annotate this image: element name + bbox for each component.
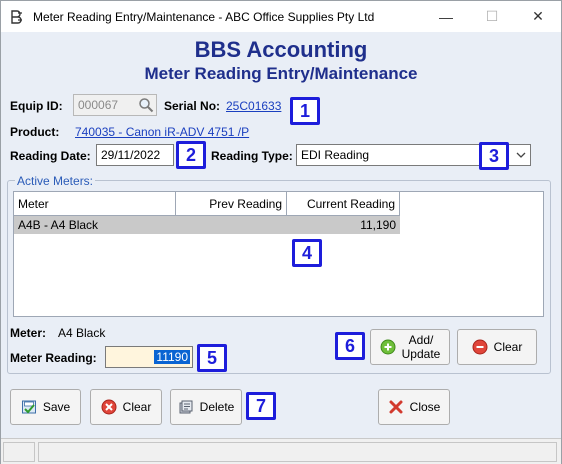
- form-heading: Meter Reading Entry/Maintenance: [144, 64, 418, 83]
- meter-clear-label: Clear: [493, 340, 523, 354]
- status-bar: [1, 438, 561, 464]
- add-update-button[interactable]: Add/ Update: [370, 329, 450, 365]
- add-icon: [380, 339, 396, 355]
- cell-meter: A4B - A4 Black: [18, 218, 99, 232]
- close-icon: [389, 400, 403, 414]
- callout-badge-7: 7: [246, 392, 276, 420]
- table-row[interactable]: A4B - A4 Black 11,190: [14, 216, 400, 234]
- callout-badge-4: 4: [292, 239, 322, 267]
- reading-date-value: 29/11/2022: [101, 148, 161, 162]
- search-icon[interactable]: [138, 97, 154, 113]
- active-meters-label: Active Meters:: [15, 174, 96, 188]
- maximize-button[interactable]: ☐: [469, 1, 515, 32]
- close-window-button[interactable]: ✕: [515, 1, 561, 32]
- column-header-current-reading[interactable]: Current Reading: [287, 192, 400, 216]
- meters-grid[interactable]: Meter Prev Reading Current Reading A4B -…: [13, 191, 544, 317]
- add-update-line1: Add/: [408, 333, 434, 347]
- save-label: Save: [42, 400, 71, 414]
- callout-badge-3: 3: [479, 142, 509, 170]
- delete-button[interactable]: Delete: [170, 389, 242, 425]
- window-title: Meter Reading Entry/Maintenance - ABC Of…: [33, 10, 375, 24]
- reading-date-label: Reading Date:: [10, 149, 91, 163]
- product-link[interactable]: 740035 - Canon iR-ADV 4751 /P: [75, 125, 249, 139]
- chevron-down-icon: [516, 152, 526, 158]
- callout-badge-5: 5: [197, 344, 227, 372]
- meter-reading-value: 11190: [154, 350, 190, 364]
- product-label: Product:: [10, 125, 60, 139]
- delete-icon: [179, 400, 193, 414]
- clear-label: Clear: [122, 400, 152, 414]
- app-heading: BBS Accounting: [194, 37, 368, 62]
- callout-badge-1: 1: [290, 97, 320, 125]
- reading-type-value: EDI Reading: [301, 148, 370, 162]
- callout-badge-6: 6: [335, 332, 365, 360]
- meter-value: A4 Black: [58, 326, 106, 340]
- minimize-button[interactable]: —: [423, 1, 469, 32]
- app-icon: [11, 10, 22, 24]
- remove-icon: [472, 339, 488, 355]
- meter-clear-button[interactable]: Clear: [457, 329, 537, 365]
- reading-date-input[interactable]: 29/11/2022: [96, 144, 174, 166]
- add-update-line2: Update: [401, 347, 441, 361]
- save-button[interactable]: Save: [10, 389, 81, 425]
- meter-reading-label: Meter Reading:: [10, 351, 97, 365]
- delete-label: Delete: [199, 400, 235, 414]
- grid-header: Meter Prev Reading Current Reading: [14, 192, 400, 216]
- reading-type-label: Reading Type:: [211, 149, 293, 163]
- cell-prev-reading: [176, 216, 287, 234]
- column-header-meter[interactable]: Meter: [14, 192, 176, 216]
- meter-label: Meter:: [10, 326, 47, 340]
- serial-no-label: Serial No:: [164, 99, 221, 113]
- close-button[interactable]: Close: [378, 389, 450, 425]
- cancel-icon: [101, 399, 117, 415]
- title-bar: Meter Reading Entry/Maintenance - ABC Of…: [1, 1, 561, 32]
- callout-badge-2: 2: [176, 141, 206, 169]
- status-pane-left: [3, 442, 35, 462]
- clear-button[interactable]: Clear: [90, 389, 162, 425]
- meter-reading-window: Meter Reading Entry/Maintenance - ABC Of…: [0, 0, 562, 464]
- column-header-prev-reading[interactable]: Prev Reading: [176, 192, 287, 216]
- meter-reading-input[interactable]: 11190: [105, 346, 193, 368]
- save-icon: [21, 400, 36, 414]
- serial-no-link[interactable]: 25C01633: [226, 99, 281, 113]
- status-pane-main: [38, 442, 557, 462]
- cell-current-reading: 11,190: [360, 218, 396, 232]
- equip-id-label: Equip ID:: [10, 99, 63, 113]
- equip-id-value: 000067: [78, 98, 119, 112]
- close-label: Close: [409, 400, 441, 414]
